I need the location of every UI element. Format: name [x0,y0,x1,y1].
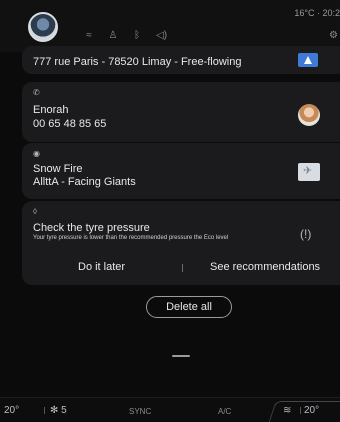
navigation-notification[interactable]: 777 rue Paris - 78520 Limay - Free-flowi… [22,46,340,74]
phone-notification[interactable]: ✆ Enorah 00 65 48 85 65 [22,82,340,142]
bluetooth-icon: ᛒ [134,30,140,41]
see-recommendations-button[interactable]: See recommendations [210,261,320,273]
temperature-time: 16°C · 20:2 [294,8,340,18]
delete-all-button[interactable]: Delete all [146,296,232,318]
status-icons: ≈ ♙ ᛒ ◁) [84,30,168,41]
album-art [298,163,320,181]
wifi-icon: ≈ [86,30,92,41]
contact-photo [298,104,320,126]
contact-name: Enorah [33,104,69,116]
warning-icon: ◊ [33,207,37,216]
user-avatar[interactable] [28,12,58,42]
climate-divider [44,407,45,414]
left-temperature[interactable]: 20° [4,405,19,416]
panel-drag-handle[interactable] [172,355,190,357]
phone-icon: ✆ [33,88,40,97]
multimedia-screen: ≈ ♙ ᛒ ◁) 16°C · 20:2 ⚙ 777 rue Paris - 7… [0,0,340,422]
track-title: Snow Fire [33,163,83,175]
tyre-pressure-icon: (!) [300,227,312,241]
ac-button[interactable]: A/C [218,407,231,416]
sync-button[interactable]: SYNC [129,407,151,416]
warning-description: Your tyre pressure is lower than the rec… [33,235,229,241]
climate-divider-right [300,407,301,414]
tyre-pressure-notification: ◊ Check the tyre pressure Your tyre pres… [22,201,340,285]
contact-number: 00 65 48 85 65 [33,118,107,130]
fan-speed[interactable]: ✻ 5 [50,405,67,416]
track-artist-album: AllttA - Facing Giants [33,176,136,188]
volume-icon: ◁) [156,30,168,41]
person-icon: ♙ [108,30,118,41]
fan-icon: ✻ [50,405,59,416]
navigation-text: 777 rue Paris - 78520 Limay - Free-flowi… [33,56,242,68]
right-temperature-value: 20 [304,405,316,416]
warning-actions: Do it later See recommendations [22,261,340,275]
music-notification[interactable]: ◉ Snow Fire AllttA - Facing Giants [22,143,340,199]
music-source-icon: ◉ [33,149,40,158]
navigation-arrow-icon [298,53,318,67]
rear-defrost-icon[interactable]: ≋ [283,405,291,416]
left-temperature-value: 20 [4,405,16,416]
settings-gear-icon[interactable]: ⚙ [329,30,338,41]
fan-level-value: 5 [61,405,67,416]
do-it-later-button[interactable]: Do it later [78,261,125,273]
warning-title: Check the tyre pressure [33,222,150,234]
right-temperature[interactable]: 20° [304,405,319,416]
climate-bar: 20° ✻ 5 SYNC A/C ≋ 20° [0,397,340,422]
actions-divider [182,264,183,272]
status-bar: ≈ ♙ ᛒ ◁) 16°C · 20:2 ⚙ [0,0,340,52]
